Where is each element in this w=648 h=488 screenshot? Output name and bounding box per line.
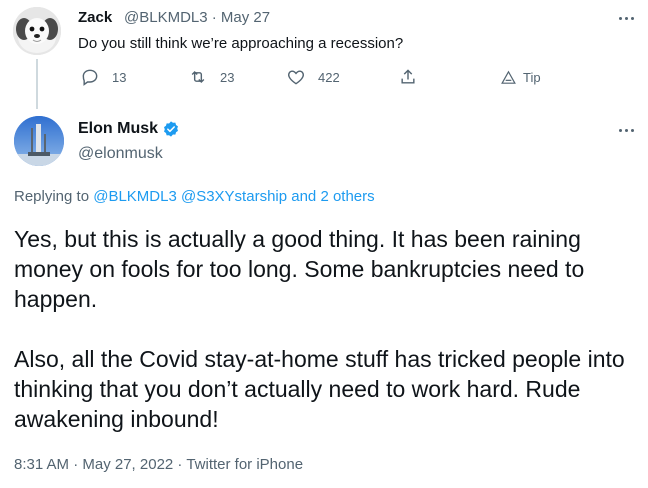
reply-icon (82, 69, 98, 86)
main-tweet-text: Yes, but this is actually a good thing. … (14, 224, 626, 434)
replying-to-line: Replying to @BLKMDL3 @S3XYstarship and 2… (14, 188, 375, 205)
main-author-handle[interactable]: @elonmusk (78, 145, 163, 163)
thread-connector-line (36, 59, 38, 109)
replying-to-links[interactable]: @BLKMDL3 @S3XYstarship and 2 others (93, 188, 374, 205)
reply-author-name[interactable]: Zack (78, 9, 112, 26)
more-dots-icon (612, 118, 640, 142)
share-button[interactable] (398, 65, 418, 89)
elon-avatar[interactable] (14, 116, 64, 166)
like-button[interactable]: 422 (286, 65, 340, 89)
tip-label: Tip (523, 69, 541, 85)
tip-icon (501, 70, 516, 84)
reply-author-handle-date[interactable]: @BLKMDL3 · May 27 (124, 9, 270, 26)
main-author-name-row[interactable]: Elon Musk (78, 120, 180, 138)
zack-avatar[interactable] (13, 7, 61, 55)
main-more-options-button[interactable] (612, 118, 640, 142)
dog-avatar-image (13, 7, 61, 55)
more-dots-icon (612, 6, 640, 30)
reply-count: 13 (112, 69, 127, 85)
verified-badge-icon (164, 121, 178, 137)
rocket-launch-avatar-image (14, 116, 64, 166)
share-icon (401, 69, 415, 84)
retweet-count: 23 (220, 69, 235, 85)
like-count: 422 (318, 69, 340, 85)
tip-button[interactable]: Tip (500, 65, 541, 89)
reply-more-options-button[interactable] (612, 6, 640, 30)
retweet-button[interactable]: 23 (188, 65, 234, 89)
replying-to-prefix: Replying to (14, 188, 90, 205)
heart-icon (288, 70, 304, 85)
reply-tweet-text: Do you still think we’re approaching a r… (78, 35, 404, 52)
main-author-name[interactable]: Elon Musk (78, 120, 158, 138)
tweet-paragraph-2: Also, all the Covid stay-at-home stuff h… (14, 346, 625, 432)
tweet-timestamp-source[interactable]: 8:31 AM · May 27, 2022 · Twitter for iPh… (14, 456, 303, 473)
tweet-paragraph-1: Yes, but this is actually a good thing. … (14, 226, 585, 312)
retweet-icon (191, 70, 205, 84)
reply-button[interactable]: 13 (80, 65, 126, 89)
